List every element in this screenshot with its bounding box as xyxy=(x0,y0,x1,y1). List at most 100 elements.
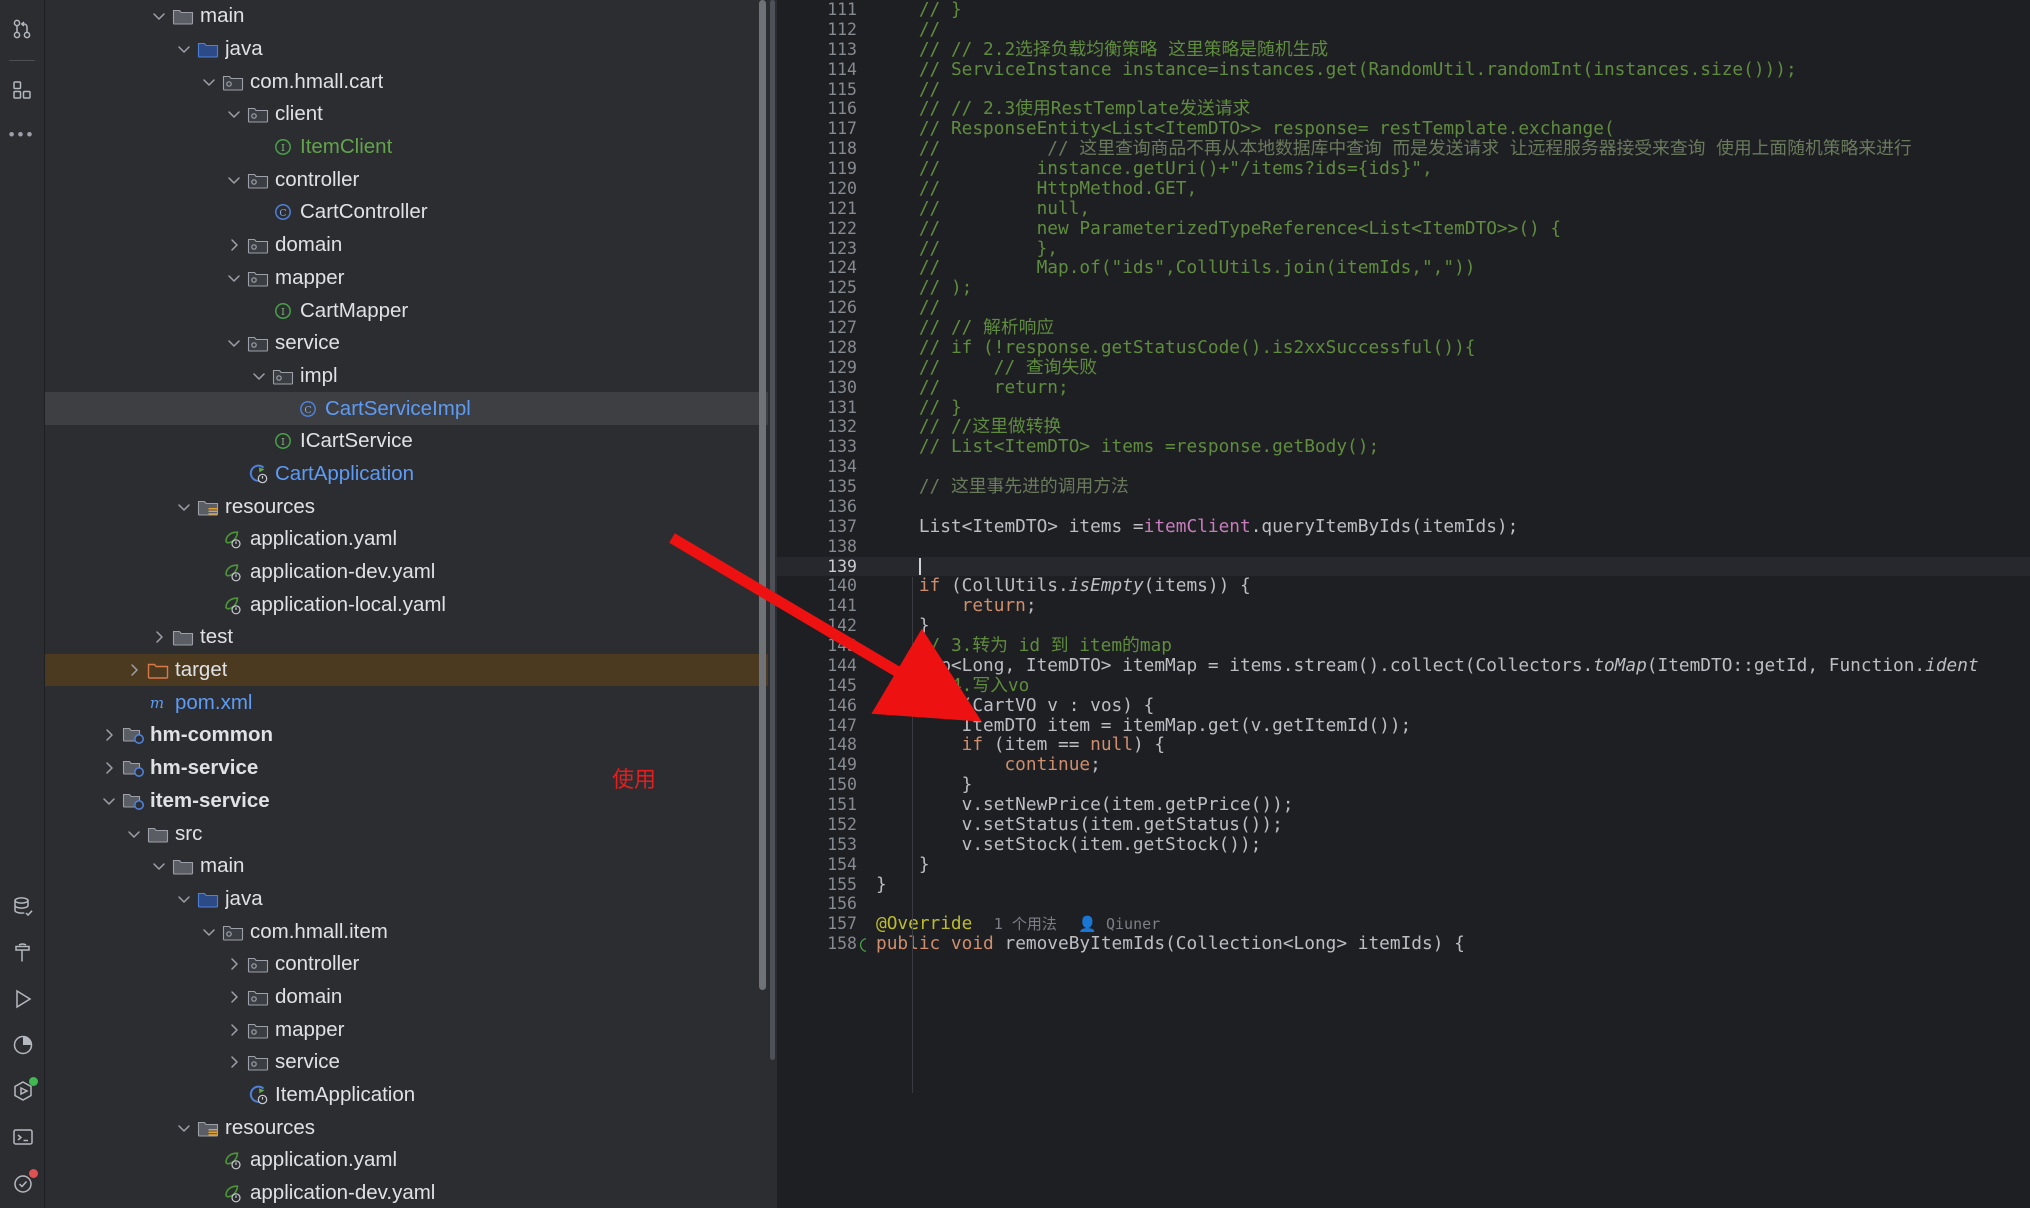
project-tree-panel[interactable]: main java com.hmall.cart client IItemCli… xyxy=(45,0,768,1208)
gutter-line-152[interactable]: 152 xyxy=(777,815,866,835)
tree-row-controller[interactable]: controller xyxy=(45,948,768,981)
code-line-124[interactable]: // Map.of("ids",CollUtils.join(itemIds,"… xyxy=(866,258,2030,278)
code-line-145[interactable]: // 4.写入vo xyxy=(866,676,2030,696)
tree-row-java[interactable]: java xyxy=(45,883,768,916)
gutter-line-121[interactable]: 121 xyxy=(777,199,866,219)
tree-row-service[interactable]: service xyxy=(45,1046,768,1079)
gutter-line-112[interactable]: 112 xyxy=(777,20,866,40)
chevron-right-icon[interactable] xyxy=(223,237,245,253)
code-line-143[interactable]: // 3.转为 id 到 item的map xyxy=(866,636,2030,656)
tree-row-application-yaml[interactable]: application.yaml xyxy=(45,523,768,556)
chevron-down-icon[interactable] xyxy=(223,172,245,188)
gutter-line-127[interactable]: 127 xyxy=(777,318,866,338)
code-line-116[interactable]: // // 2.3使用RestTemplate发送请求 xyxy=(866,99,2030,119)
chevron-down-icon[interactable] xyxy=(223,270,245,286)
tree-row-test[interactable]: test xyxy=(45,621,768,654)
gutter-line-124[interactable]: 124 xyxy=(777,258,866,278)
gutter-line-153[interactable]: 153 xyxy=(777,835,866,855)
tree-row-cartapplication[interactable]: CartApplication xyxy=(45,458,768,491)
tree-row-application-local-yaml[interactable]: application-local.yaml xyxy=(45,588,768,621)
chevron-down-icon[interactable] xyxy=(173,499,195,515)
gutter-line-115[interactable]: 115 xyxy=(777,80,866,100)
gutter-line-113[interactable]: 113 xyxy=(777,40,866,60)
code-line-125[interactable]: // ); xyxy=(866,278,2030,298)
editor-gutter[interactable]: 1111121131141151161171181191201211221231… xyxy=(777,0,866,1208)
code-line-121[interactable]: // null, xyxy=(866,199,2030,219)
code-line-138[interactable] xyxy=(866,537,2030,557)
gutter-line-151[interactable]: 151 xyxy=(777,795,866,815)
code-line-136[interactable] xyxy=(866,497,2030,517)
chevron-right-icon[interactable] xyxy=(98,760,120,776)
code-line-134[interactable] xyxy=(866,457,2030,477)
gutter-line-155[interactable]: 155 xyxy=(777,875,866,895)
chevron-right-icon[interactable] xyxy=(123,662,145,678)
gutter-line-158[interactable]: 158 I xyxy=(777,934,866,954)
chevron-down-icon[interactable] xyxy=(198,924,220,940)
database-icon[interactable] xyxy=(0,884,45,930)
tree-row-mapper[interactable]: mapper xyxy=(45,262,768,295)
code-line-152[interactable]: v.setStatus(item.getStatus()); xyxy=(866,815,2030,835)
code-line-158[interactable]: public void removeByItemIds(Collection<L… xyxy=(866,934,2030,954)
chevron-right-icon[interactable] xyxy=(223,1022,245,1038)
code-line-122[interactable]: // new ParameterizedTypeReference<List<I… xyxy=(866,219,2030,239)
tree-row-pom-xml[interactable]: mpom.xml xyxy=(45,686,768,719)
tree-row-com-hmall-cart[interactable]: com.hmall.cart xyxy=(45,65,768,98)
chevron-down-icon[interactable] xyxy=(148,8,170,24)
tree-row-service[interactable]: service xyxy=(45,327,768,360)
code-line-132[interactable]: // //这里做转换 xyxy=(866,417,2030,437)
tree-row-hm-common[interactable]: hm-common xyxy=(45,719,768,752)
code-line-142[interactable]: } xyxy=(866,616,2030,636)
code-line-133[interactable]: // List<ItemDTO> items =response.getBody… xyxy=(866,437,2030,457)
gutter-line-118[interactable]: 118 xyxy=(777,139,866,159)
chevron-down-icon[interactable] xyxy=(223,106,245,122)
chevron-down-icon[interactable] xyxy=(173,41,195,57)
gutter-line-149[interactable]: 149 xyxy=(777,755,866,775)
gutter-line-122[interactable]: 122 xyxy=(777,219,866,239)
tree-row-domain[interactable]: domain xyxy=(45,229,768,262)
code-line-141[interactable]: return; xyxy=(866,596,2030,616)
project-tree-scrollbar[interactable] xyxy=(759,0,766,990)
code-line-157[interactable]: @Override 1 个用法 👤 Qiuner xyxy=(866,914,2030,934)
chevron-right-icon[interactable] xyxy=(223,956,245,972)
gutter-line-139[interactable]: 139 xyxy=(777,557,866,577)
code-line-131[interactable]: // } xyxy=(866,398,2030,418)
gutter-line-116[interactable]: 116 xyxy=(777,99,866,119)
gutter-line-133[interactable]: 133 xyxy=(777,437,866,457)
chevron-down-icon[interactable] xyxy=(248,368,270,384)
gutter-line-140[interactable]: 140 xyxy=(777,576,866,596)
editor-code-area[interactable]: // } // // // 2.2选择负载均衡策略 这里策略是随机生成 // S… xyxy=(866,0,2030,1208)
chevron-down-icon[interactable] xyxy=(173,1120,195,1136)
tree-row-src[interactable]: src xyxy=(45,817,768,850)
modules-icon[interactable] xyxy=(0,67,45,113)
gutter-line-130[interactable]: 130 xyxy=(777,378,866,398)
code-line-151[interactable]: v.setNewPrice(item.getPrice()); xyxy=(866,795,2030,815)
tree-row-cartserviceimpl[interactable]: CCartServiceImpl xyxy=(45,392,768,425)
tree-row-resources[interactable]: resources xyxy=(45,1111,768,1144)
gutter-line-141[interactable]: 141 xyxy=(777,596,866,616)
code-line-154[interactable]: } xyxy=(866,855,2030,875)
editor-scrollbar-thumb[interactable] xyxy=(770,0,775,1060)
gutter-line-156[interactable]: 156 xyxy=(777,894,866,914)
gutter-line-114[interactable]: 114 xyxy=(777,60,866,80)
code-line-149[interactable]: continue; xyxy=(866,755,2030,775)
code-line-123[interactable]: // }, xyxy=(866,239,2030,259)
gutter-line-117[interactable]: 117 xyxy=(777,119,866,139)
chevron-right-icon[interactable] xyxy=(223,1054,245,1070)
code-line-126[interactable]: // xyxy=(866,298,2030,318)
gutter-line-119[interactable]: 119 xyxy=(777,159,866,179)
gutter-line-123[interactable]: 123 xyxy=(777,239,866,259)
code-line-120[interactable]: // HttpMethod.GET, xyxy=(866,179,2030,199)
chevron-right-icon[interactable] xyxy=(98,727,120,743)
tree-row-resources[interactable]: resources xyxy=(45,490,768,523)
tree-row-application-dev-yaml[interactable]: application-dev.yaml xyxy=(45,556,768,589)
gutter-line-131[interactable]: 131 xyxy=(777,398,866,418)
profiler-icon[interactable] xyxy=(0,1022,45,1068)
tree-row-impl[interactable]: impl xyxy=(45,360,768,393)
code-line-119[interactable]: // instance.getUri()+"/items?ids={ids}", xyxy=(866,159,2030,179)
gutter-line-135[interactable]: 135 xyxy=(777,477,866,497)
gutter-line-126[interactable]: 126 xyxy=(777,298,866,318)
gutter-line-144[interactable]: 144 xyxy=(777,656,866,676)
tree-row-target[interactable]: target xyxy=(45,654,768,687)
code-line-153[interactable]: v.setStock(item.getStock()); xyxy=(866,835,2030,855)
gutter-line-128[interactable]: 128 xyxy=(777,338,866,358)
